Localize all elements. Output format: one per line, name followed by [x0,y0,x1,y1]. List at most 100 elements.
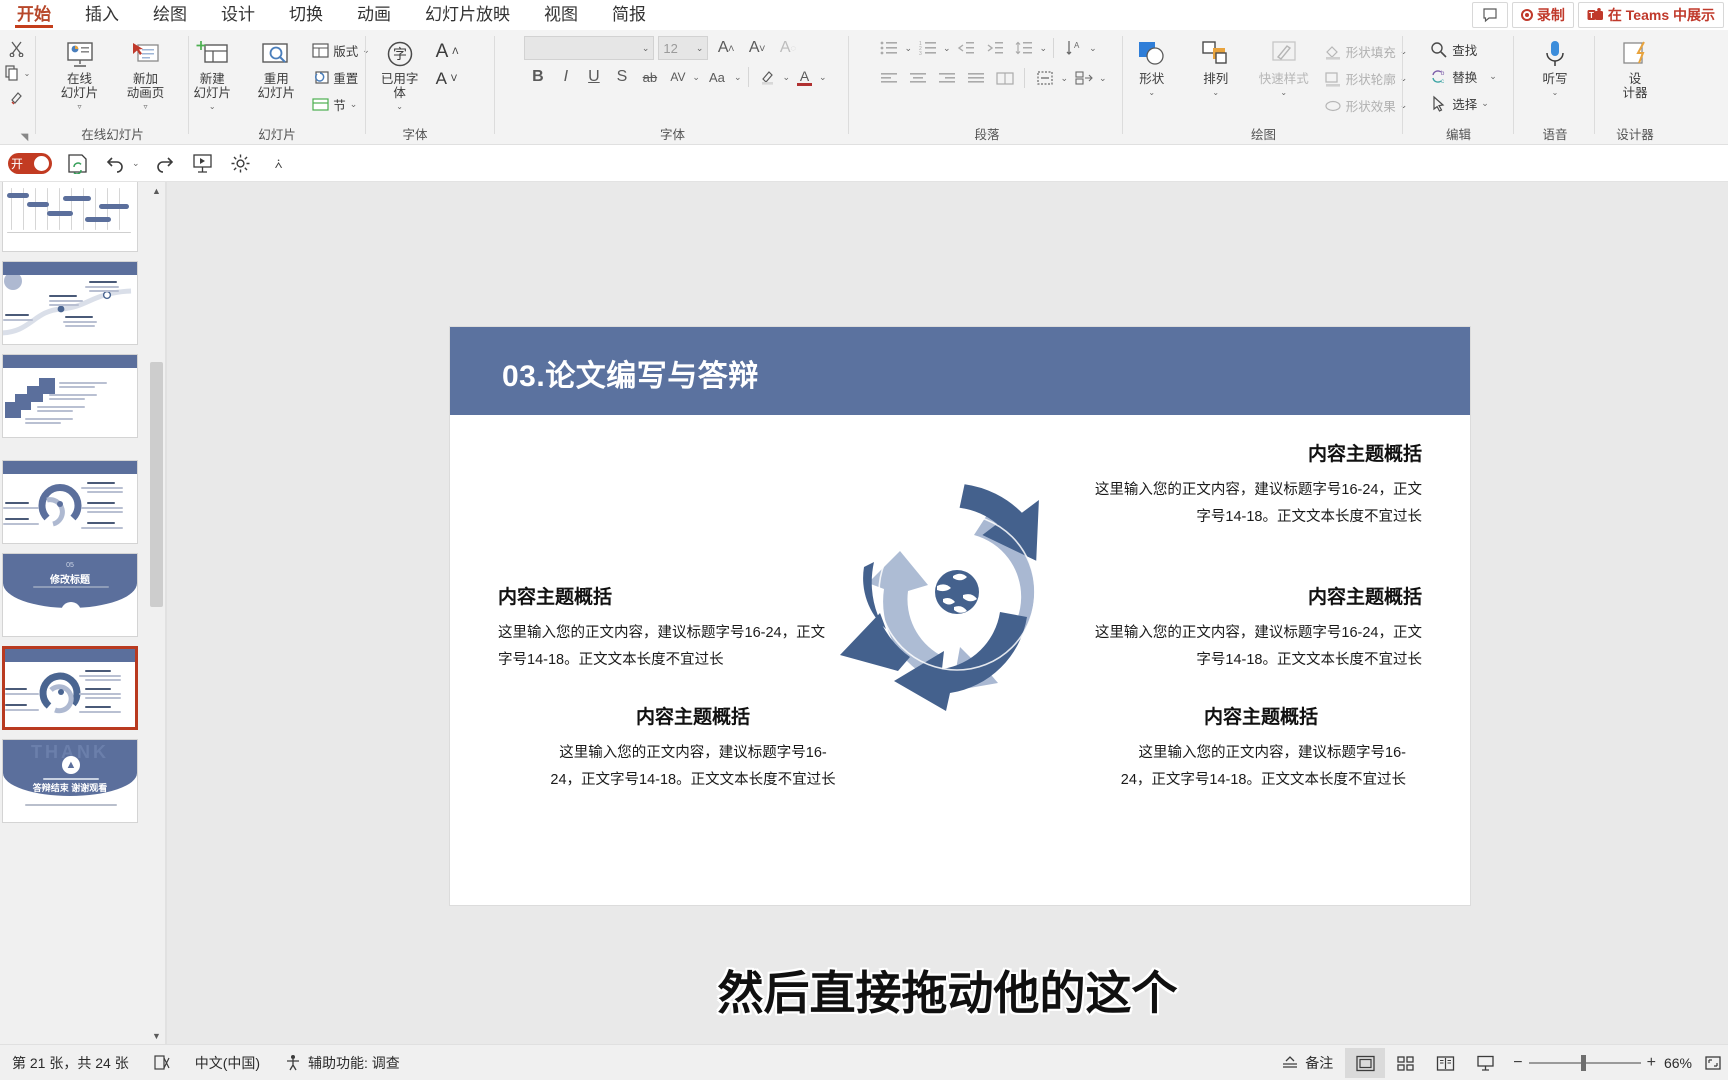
align-right-button[interactable] [933,65,960,91]
tab-design[interactable]: 设计 [204,0,272,30]
dictate-button[interactable]: 听写 ⌄ [1524,35,1586,100]
accessibility-indicator[interactable]: 辅助功能: 调查 [272,1045,412,1080]
bold-button[interactable]: B [524,64,551,90]
zoom-track[interactable] [1528,1055,1641,1071]
grow-font-button[interactable]: Aᐱ [433,38,462,65]
slide-thumbnail-pane[interactable]: 05 修改标题 THANK ▲ 答辩结束 谢谢观看 [0,182,166,1044]
list-item-selected[interactable] [2,646,138,730]
zoom-handle[interactable] [1580,1055,1586,1071]
zoom-in-button[interactable]: + [1647,1054,1656,1072]
undo-dropdown-chevron-icon[interactable]: ⌄ [132,158,140,169]
used-font-button[interactable]: 字 已用字 体 ⌄ [369,35,431,114]
list-item[interactable]: 05 修改标题 [2,553,138,637]
select-button[interactable]: 选择 ⌄ [1427,90,1492,117]
add-animation-page-button[interactable]: 新加 动画页 ▿ [115,35,177,114]
designer-button[interactable]: 设 计器 [1604,35,1666,100]
shape-fill-button[interactable]: 形状填充 ⌄ [1321,38,1411,65]
replace-button[interactable]: b c 替换 ⌄ [1427,63,1500,90]
increase-indent-button[interactable] [982,35,1009,61]
shapes-button[interactable]: 形状 ⌄ [1121,35,1183,100]
slide-editing-stage[interactable]: 03.论文编写与答辩 内容主题概括 这里输入您的正文内容，建议标题字号16-24… [167,182,1728,1044]
copy-button[interactable]: ⌄ [1,61,34,85]
reuse-slide-button[interactable]: 重用 幻灯片 [245,35,307,100]
zoom-out-button[interactable]: − [1513,1054,1522,1072]
format-painter-button[interactable] [6,86,28,110]
justify-button[interactable] [962,65,989,91]
strikethrough-button[interactable]: ab [636,64,663,90]
list-item[interactable] [2,460,138,544]
text-sort-button[interactable]: A [1060,35,1087,61]
text-shadow-button[interactable]: S [608,64,635,90]
decrease-indent-button[interactable] [953,35,980,61]
align-text-button[interactable] [1031,65,1058,91]
shape-outline-button[interactable]: 形状轮廓 ⌄ [1321,65,1411,92]
content-block-mid-right[interactable]: 内容主题概括 这里输入您的正文内容，建议标题字号16-24，正文字号14-18。… [1092,582,1422,674]
spellcheck-indicator[interactable] [141,1045,183,1080]
arrange-button[interactable]: 排列 ⌄ [1185,35,1247,100]
font-color-button[interactable]: A [791,64,818,90]
change-case-button[interactable]: Aa [701,64,733,90]
comments-button[interactable] [1471,2,1508,28]
cut-button[interactable] [5,36,28,60]
notes-button[interactable]: 备注 [1269,1045,1345,1080]
convert-smartart-button[interactable] [1070,65,1097,91]
normal-view-button[interactable] [1345,1048,1386,1078]
numbering-button[interactable]: 1 2 3 [914,35,941,61]
new-slide-button[interactable]: 新建 幻灯片 ⌄ [181,35,243,114]
online-slide-button[interactable]: 在线 幻灯片 ▿ [49,35,111,114]
tab-draw[interactable]: 绘图 [136,0,204,30]
italic-button[interactable]: I [552,64,579,90]
bullets-button[interactable] [875,35,902,61]
customize-qat-button[interactable]: ⩑ [266,151,292,177]
record-button[interactable]: 录制 [1511,2,1574,28]
character-spacing-button[interactable]: AV [664,64,691,90]
content-block-top-right[interactable]: 内容主题概括 这里输入您的正文内容，建议标题字号16-24，正文字号14-18。… [1092,439,1422,531]
undo-button[interactable] [102,151,128,177]
slideshow-view-button[interactable] [1465,1048,1505,1078]
save-sync-button[interactable] [64,151,90,177]
list-item[interactable] [2,261,138,345]
tab-presentation[interactable]: 简报 [595,0,663,30]
slide-canvas[interactable]: 03.论文编写与答辩 内容主题概括 这里输入您的正文内容，建议标题字号16-24… [450,327,1470,905]
tab-transitions[interactable]: 切换 [272,0,340,30]
font-name-input[interactable]: ⌄ [524,36,655,60]
slide-sorter-view-button[interactable] [1385,1048,1425,1078]
list-item[interactable] [2,182,138,252]
circular-arrow-diagram[interactable] [822,467,1092,717]
language-indicator[interactable]: 中文(中国) [183,1045,272,1080]
layout-button[interactable]: 版式 ⌄ [309,37,373,64]
shape-effects-button[interactable]: 形状效果 ⌄ [1321,92,1411,119]
zoom-level-label[interactable]: 66% [1664,1055,1698,1071]
redo-button[interactable] [152,151,178,177]
tab-view[interactable]: 视图 [527,0,595,30]
text-highlight-button[interactable] [755,64,782,90]
content-block-mid-left[interactable]: 内容主题概括 这里输入您的正文内容，建议标题字号16-24，正文字号14-18。… [498,582,828,674]
settings-button[interactable] [228,151,254,177]
clear-formatting-button[interactable]: A ◌ [774,35,801,61]
quick-styles-button[interactable]: 快速样式 ⌄ [1249,35,1319,100]
align-center-button[interactable] [904,65,931,91]
scrollbar-thumb[interactable] [150,362,163,607]
font-size-input[interactable]: 12 ⌄ [658,36,709,60]
tab-insert[interactable]: 插入 [68,0,136,30]
list-item[interactable]: THANK ▲ 答辩结束 谢谢观看 [2,739,138,823]
content-block-bottom-left[interactable]: 内容主题概括 这里输入您的正文内容，建议标题字号16-24，正文字号14-18。… [548,702,838,794]
autosave-toggle[interactable]: 开 [8,153,52,174]
slide-title[interactable]: 03.论文编写与答辩 [502,351,759,395]
fit-to-window-button[interactable] [1698,1048,1728,1078]
scroll-up-button[interactable]: ▲ [148,182,165,199]
distribute-button[interactable] [991,65,1018,91]
tab-slideshow[interactable]: 幻灯片放映 [408,0,527,30]
clipboard-dialog-launcher[interactable]: ◥ [19,132,30,143]
section-button[interactable]: 节 ⌄ [309,91,373,118]
start-slideshow-button[interactable] [190,151,216,177]
content-block-bottom-right[interactable]: 内容主题概括 这里输入您的正文内容，建议标题字号16-24，正文字号14-18。… [1116,702,1406,794]
tab-animations[interactable]: 动画 [340,0,408,30]
list-item[interactable] [2,354,138,438]
scroll-down-button[interactable]: ▼ [148,1027,165,1044]
line-spacing-button[interactable] [1011,35,1038,61]
thumbnail-scrollbar[interactable]: ▲ ▼ [148,182,165,1044]
slide-count-indicator[interactable]: 第 21 张，共 24 张 [0,1045,141,1080]
zoom-slider[interactable]: − + [1505,1054,1664,1072]
find-button[interactable]: 查找 [1427,36,1480,63]
